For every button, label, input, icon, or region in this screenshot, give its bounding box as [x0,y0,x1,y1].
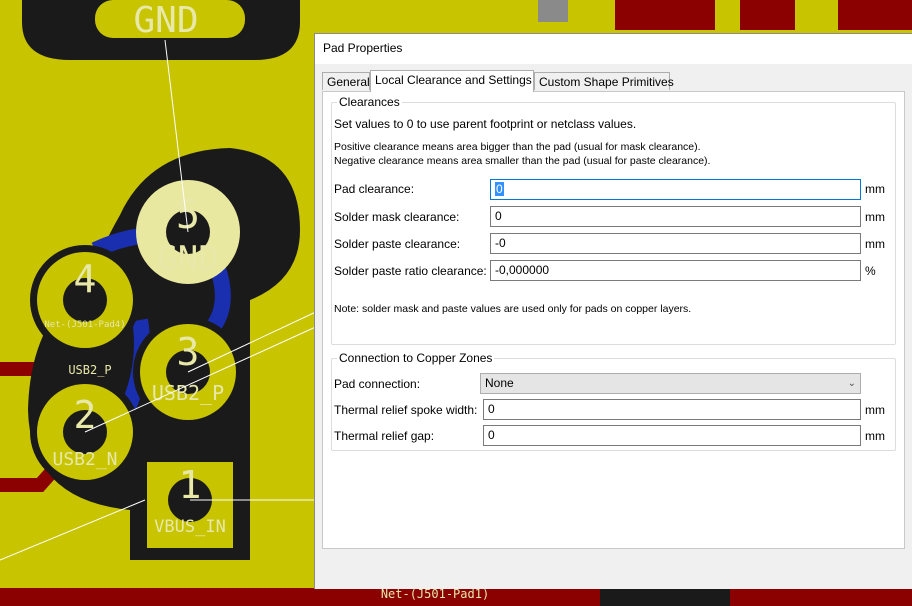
copper-front-area [838,0,912,30]
note-positive: Positive clearance means area bigger tha… [334,141,701,153]
net-label-vbus-pad: VBUS_IN [154,517,226,537]
dialog-right-edge [907,64,912,589]
net-label-usb2p-track: USB2_P [68,363,111,377]
net-label-gnd-top: GND [133,0,198,41]
solder-paste-clearance-input[interactable]: -0 [490,233,861,254]
pad-clearance-label: Pad clearance: [334,182,415,196]
solder-mask-clearance-label: Solder mask clearance: [334,210,460,224]
solder-paste-ratio-unit: % [865,264,876,278]
pad-connection-value: None [485,376,514,390]
net-label-usb2n-pad: USB2_N [52,449,117,470]
pad-connection-select[interactable]: None ⌄ [480,373,861,394]
copper-front-area [615,0,715,30]
net-label-pad4: Net-(J501-Pad4) [44,320,125,330]
pad-2-number: 2 [74,393,97,437]
chevron-down-icon: ⌄ [847,378,856,389]
tab-panel-local-clearance: Clearances Set values to 0 to use parent… [322,91,905,549]
thermal-spoke-unit: mm [865,403,885,417]
pad-clearance-input[interactable]: 0 [490,179,861,200]
thermal-gap-input[interactable]: 0 [483,425,861,446]
board-feature [538,0,568,22]
title-bar[interactable]: Pad Properties [315,34,912,64]
note-negative: Negative clearance means area smaller th… [334,155,711,167]
clearances-legend: Clearances [339,95,400,109]
copper-front-area [740,0,795,30]
thermal-gap-unit: mm [865,429,885,443]
pad-clearance-unit: mm [865,182,885,196]
thermal-spoke-label: Thermal relief spoke width: [334,403,478,417]
solder-paste-clearance-unit: mm [865,237,885,251]
net-label-bottom: Net-(J501-Pad1) [381,587,489,601]
solder-paste-ratio-label: Solder paste ratio clearance: [334,264,487,278]
copper-zones-legend: Connection to Copper Zones [339,351,493,365]
zone-bottom [600,588,730,606]
solder-paste-ratio-input[interactable]: -0,000000 [490,260,861,281]
pad-4-number: 4 [74,257,97,301]
dialog-title: Pad Properties [323,41,403,55]
tab-general[interactable]: General [322,72,370,90]
clearances-hint: Set values to 0 to use parent footprint … [334,117,637,131]
thermal-spoke-input[interactable]: 0 [483,399,861,420]
tab-local-clearance[interactable]: Local Clearance and Settings [370,70,534,92]
pad-connection-label: Pad connection: [334,377,421,391]
thermal-gap-label: Thermal relief gap: [334,429,435,443]
pad-properties-dialog[interactable]: Pad Properties General Local Clearance a… [314,33,912,589]
solder-mask-clearance-input[interactable]: 0 [490,206,861,227]
net-label-gnd-pad: GND [157,239,218,279]
solder-paste-clearance-label: Solder paste clearance: [334,237,461,251]
solder-mask-clearance-unit: mm [865,210,885,224]
pad-3-number: 3 [177,330,200,374]
clearances-footer-note: Note: solder mask and paste values are u… [334,303,692,315]
tab-custom-shape-primitives[interactable]: Custom Shape Primitives [534,72,674,90]
